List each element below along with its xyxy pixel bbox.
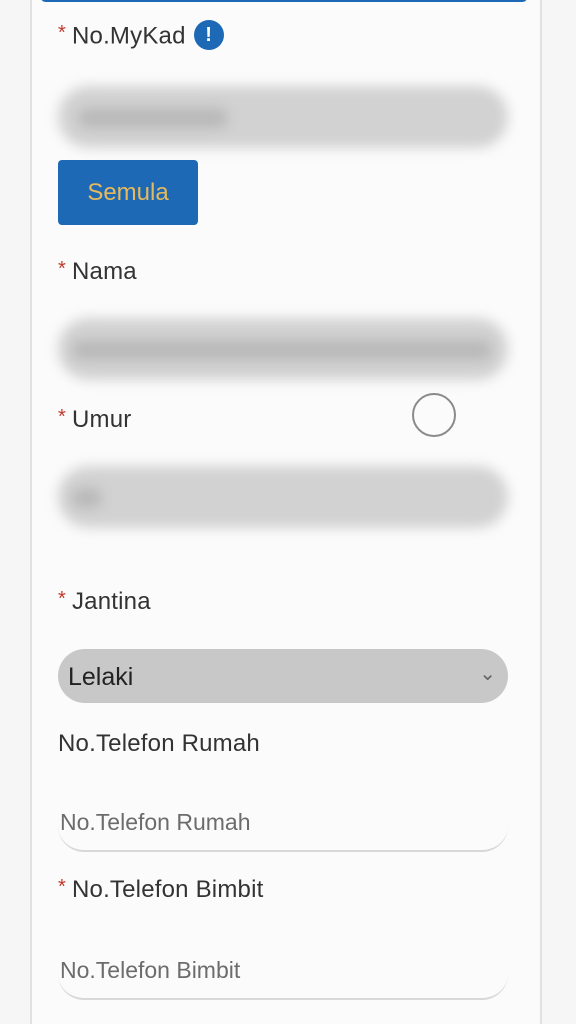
- telefon-rumah-input[interactable]: [58, 794, 508, 852]
- umur-field-redacted[interactable]: [58, 466, 508, 528]
- required-marker: *: [58, 588, 66, 610]
- telefon-rumah-label-row: No.Telefon Rumah: [58, 730, 260, 758]
- nama-label-row: * Nama: [58, 258, 137, 286]
- jantina-label: Jantina: [71, 588, 151, 615]
- telefon-bimbit-input[interactable]: [58, 942, 508, 1000]
- reset-button[interactable]: Semula: [58, 160, 198, 225]
- umur-label: Umur: [71, 406, 132, 433]
- loading-circle-icon: [412, 393, 456, 437]
- required-marker: *: [58, 258, 66, 280]
- nama-label: Nama: [71, 258, 137, 285]
- chevron-down-icon: ⌄: [479, 663, 496, 685]
- jantina-select[interactable]: Lelaki ⌄: [58, 649, 508, 703]
- nama-value-redacted: [72, 340, 492, 360]
- mykad-label: No.MyKad: [71, 22, 186, 50]
- telefon-bimbit-label: No.Telefon Bimbit: [71, 876, 264, 903]
- mykad-value-redacted: [78, 108, 228, 128]
- jantina-label-row: * Jantina: [58, 588, 151, 616]
- required-marker: *: [58, 876, 66, 898]
- form-card-top-border: [40, 0, 528, 2]
- umur-label-row: * Umur: [58, 406, 131, 434]
- required-marker: *: [58, 406, 66, 428]
- telefon-bimbit-label-row: * No.Telefon Bimbit: [58, 876, 263, 904]
- umur-value-redacted: [72, 488, 102, 508]
- mykad-label-row: * No.MyKad!: [58, 20, 224, 52]
- telefon-rumah-label: No.Telefon Rumah: [58, 730, 260, 757]
- jantina-selected-value: Lelaki: [68, 663, 134, 691]
- page: * No.MyKad! Semula * Nama * Umur * Jantina L…: [0, 0, 576, 1024]
- info-icon[interactable]: !: [193, 20, 224, 50]
- required-marker: *: [58, 22, 66, 45]
